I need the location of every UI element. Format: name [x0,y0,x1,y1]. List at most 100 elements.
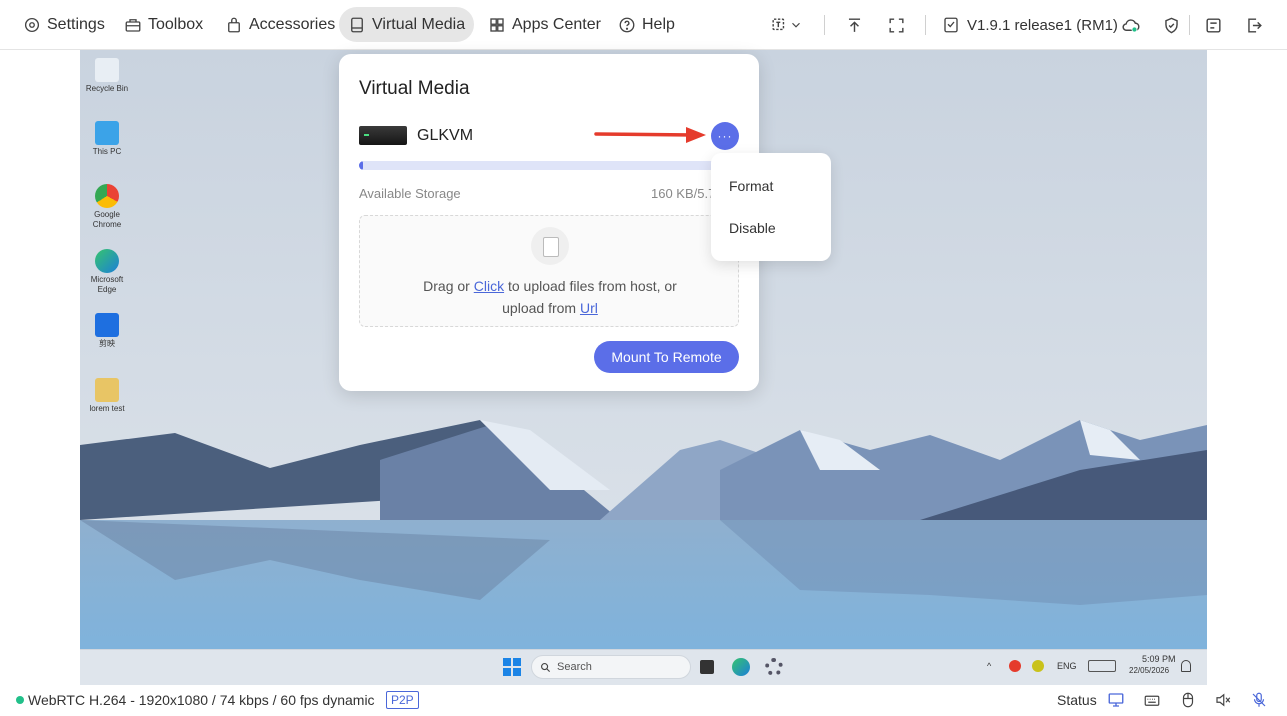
app-icon [95,313,119,337]
version-label: V1.9.1 release1 (RM1) [967,16,1118,34]
nav-toolbox[interactable]: Toolbox [115,7,212,42]
device-name: GLKVM [417,127,474,144]
version-button[interactable]: V1.9.1 release1 (RM1) [942,13,1118,37]
mount-to-remote-button[interactable]: Mount To Remote [594,341,739,373]
menu-item-disable[interactable]: Disable [729,220,776,236]
arrow-up-icon [848,17,860,32]
speaker-muted-icon [1216,693,1231,707]
upload-text-prefix: Drag or [423,278,474,294]
keyboard-button[interactable] [1142,690,1162,710]
cloud-button[interactable] [1118,13,1142,37]
cloud-icon [1122,18,1140,32]
nav-accessories[interactable]: Accessories [216,7,344,42]
chevron-down-icon [791,22,800,28]
nav-settings-label: Settings [47,15,105,33]
desktop-icon-jianying[interactable]: 剪映 [84,313,130,349]
virtual-media-panel: Virtual Media GLKVM ··· Available Storag… [339,54,759,391]
recycle-bin-icon [95,58,119,82]
upload-click-link[interactable]: Click [474,278,504,294]
tray-app-icon[interactable] [1032,660,1044,672]
gear-icon [24,17,40,32]
chrome-icon [95,184,119,208]
divider [824,15,825,35]
windows-start-icon[interactable] [503,658,521,676]
monitor-icon [95,121,119,145]
windows-taskbar: Search ^ ENG 5:09 PM 22/05/2026 [80,649,1207,685]
tray-app-icon[interactable] [1009,660,1021,672]
tray-chevron-icon[interactable]: ^ [987,661,991,671]
desktop-icon-label: lorem test [89,404,125,413]
nav-toolbox-label: Toolbox [148,15,204,33]
desktop-icon-label: Microsoft Edge [90,275,124,294]
upload-url-link[interactable]: Url [580,300,598,316]
tray-date[interactable]: 22/05/2026 [1129,666,1169,675]
panel-title: Virtual Media [359,78,470,99]
top-toolbar: Settings Toolbox Accessories Virtual Med… [0,0,1287,50]
speaker-mute-button[interactable] [1213,690,1233,710]
monitor-button[interactable] [1106,690,1126,710]
nav-apps-center-label: Apps Center [512,15,601,33]
annotation-arrow-icon [594,127,706,143]
logout-button[interactable] [1242,13,1266,37]
toolbox-icon [125,18,141,32]
nav-help[interactable]: Help [609,7,684,42]
nav-settings[interactable]: Settings [14,7,114,42]
monitor-icon [1108,693,1124,707]
settings-taskbar-icon[interactable] [765,658,783,676]
logout-icon [1247,17,1262,33]
upload-instructions: Drag or Click to upload files from host,… [360,275,740,319]
desktop-icon-folder[interactable]: lorem test [84,378,130,414]
nav-help-label: Help [642,15,675,33]
mouse-button[interactable] [1178,690,1198,710]
task-view-icon[interactable] [700,660,714,674]
upload-dropzone[interactable]: Drag or Click to upload files from host,… [359,215,739,327]
p2p-badge: P2P [386,691,419,709]
microphone-button[interactable] [1249,690,1269,710]
more-options-button[interactable]: ··· [711,122,739,150]
microphone-muted-icon [1252,692,1266,707]
network-volume-icon[interactable] [1088,660,1116,672]
connection-status-dot [16,696,24,704]
help-icon [619,17,635,32]
upload-text-line2: upload from [502,300,580,316]
menu-item-format[interactable]: Format [729,178,773,194]
drive-icon [351,17,363,32]
security-button[interactable] [1159,13,1183,37]
nav-virtual-media[interactable]: Virtual Media [339,7,475,42]
storage-label: Available Storage [359,186,461,201]
divider [925,15,926,35]
folder-icon [95,378,119,402]
tray-time[interactable]: 5:09 PM [1142,654,1176,664]
edge-taskbar-icon[interactable] [732,658,750,676]
desktop-icon-label: Recycle Bin [85,84,129,93]
search-icon [541,662,551,672]
windows-search-box[interactable]: Search [531,655,691,679]
status-button[interactable]: Status [1057,692,1097,708]
nav-accessories-label: Accessories [249,15,336,33]
storage-progress-fill [359,161,364,170]
document-icon [531,227,569,265]
desktop-icon-edge[interactable]: Microsoft Edge [84,249,130,295]
nav-virtual-media-label: Virtual Media [372,15,466,33]
desktop-icon-label: 剪映 [99,339,115,348]
switch-device-button[interactable] [1201,13,1225,37]
nav-apps-center[interactable]: Apps Center [479,7,610,42]
desktop-icon-recycle-bin[interactable]: Recycle Bin [84,58,130,94]
desktop-icon-this-pc[interactable]: This PC [84,121,130,157]
text-input-dropdown[interactable] [764,13,808,37]
desktop-icon-label: This PC [92,147,122,156]
apps-icon [490,17,504,32]
edge-icon [95,249,119,273]
storage-value: 160 KB/5.7 [651,186,711,201]
shield-check-icon [1164,17,1178,33]
upload-to-top-button[interactable] [842,13,866,37]
tray-language[interactable]: ENG [1057,661,1077,671]
ellipsis-icon: ··· [717,129,733,143]
desktop-icon-chrome[interactable]: Google Chrome [84,184,130,230]
fullscreen-button[interactable] [884,13,908,37]
kvm-app: Settings Toolbox Accessories Virtual Med… [0,0,1287,716]
notification-bell-icon[interactable] [1181,660,1191,672]
windows-search-placeholder: Search [557,661,592,673]
more-options-menu: Format Disable [711,153,831,261]
fullscreen-icon [888,17,904,33]
